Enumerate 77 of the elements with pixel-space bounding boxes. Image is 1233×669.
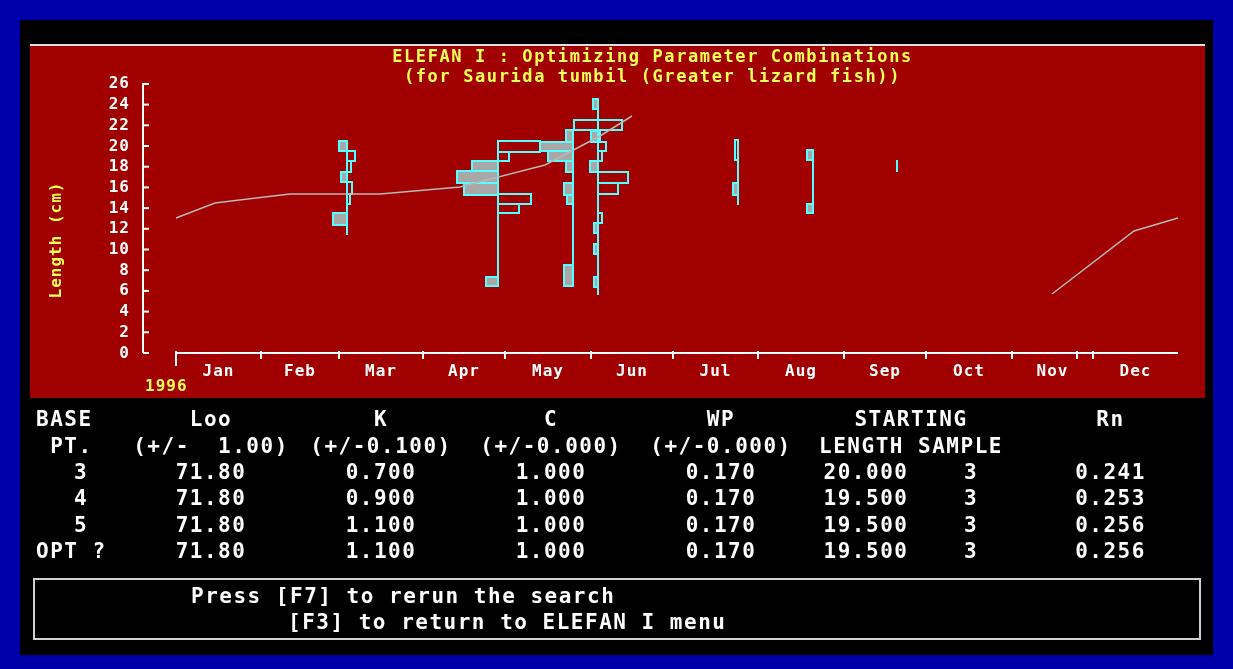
table-cell: 5 <box>73 512 89 537</box>
month-label: Nov <box>1036 360 1069 380</box>
table-cell: 1.000 <box>515 459 587 484</box>
table-cell: 0.700 <box>345 459 417 484</box>
column-header: Rn <box>1096 407 1125 432</box>
column-header: C <box>543 407 559 432</box>
column-header: BASE <box>36 407 93 432</box>
table-cell: 1.100 <box>345 512 417 537</box>
month-label: Oct <box>953 360 985 380</box>
table-cell: OPT ? <box>36 539 107 564</box>
column-subheader: (+/- 1.00) <box>133 433 289 458</box>
y-tick-label: 18 <box>108 156 130 176</box>
column-header: WP <box>706 407 736 432</box>
table-cell: 1.100 <box>345 539 417 564</box>
table-cell: 19.500 <box>823 512 909 537</box>
table-cell: 1.000 <box>515 512 587 537</box>
y-tick-label: 16 <box>108 176 130 196</box>
column-header: K <box>373 407 389 432</box>
y-tick-label: 22 <box>108 114 130 134</box>
y-tick-label: 2 <box>119 321 130 341</box>
month-label: Aug <box>785 360 817 380</box>
chart-title: ELEFAN I : Optimizing Parameter Combinations <box>392 46 913 66</box>
y-tick-label: 26 <box>108 73 130 93</box>
month-label: Jan <box>202 360 235 380</box>
table-cell: 0.170 <box>685 459 757 484</box>
column-header: STARTING <box>854 407 968 432</box>
y-tick-label: 14 <box>108 197 130 217</box>
y-tick-label: 0 <box>119 342 130 362</box>
month-label: Apr <box>448 360 480 380</box>
table-cell: 0.170 <box>685 512 757 537</box>
table-cell: 3 <box>963 512 979 537</box>
column-subheader: (+/-0.000) <box>480 433 622 458</box>
table-cell: 0.253 <box>1075 486 1146 511</box>
y-tick-label: 8 <box>119 259 130 279</box>
month-label: Jun <box>616 360 648 380</box>
y-tick-label: 20 <box>108 135 130 155</box>
instruction-text: Press [F7] to rerun the search <box>191 583 616 610</box>
table-cell: 0.241 <box>1075 459 1146 484</box>
table-cell: 3 <box>963 486 979 511</box>
month-label: May <box>532 360 564 380</box>
table-cell: 71.80 <box>175 512 247 537</box>
month-label: Feb <box>284 360 316 380</box>
y-tick-label: 4 <box>119 301 130 321</box>
month-label: Jul <box>699 360 732 380</box>
year-label: 1996 <box>145 375 188 395</box>
y-tick-label: 10 <box>108 239 130 258</box>
table-cell: 71.80 <box>175 459 247 484</box>
table-cell: 0.900 <box>345 486 417 511</box>
table-cell: 20.000 <box>823 459 909 484</box>
column-subheader: PT. <box>49 433 93 458</box>
table-cell: 1.000 <box>515 539 587 564</box>
table-cell: 3 <box>73 459 89 484</box>
table-cell: 3 <box>963 459 979 484</box>
y-tick-label: 6 <box>119 280 130 300</box>
table-cell: 0.256 <box>1075 512 1146 537</box>
y-tick-label: 12 <box>108 218 130 238</box>
instruction-text: [F3] to return to ELEFAN I menu <box>287 609 727 636</box>
table-cell: 4 <box>73 486 89 511</box>
table-cell: 0.170 <box>685 539 757 564</box>
y-axis-label: Length (cm) <box>45 181 65 299</box>
column-header: Loo <box>189 407 233 432</box>
month-label: Sep <box>869 360 901 380</box>
table-cell: 3 <box>963 539 979 564</box>
column-subheader: (+/-0.100) <box>310 433 452 458</box>
table-cell: 71.80 <box>175 486 247 511</box>
table-cell: 19.500 <box>823 486 909 511</box>
table-cell: 19.500 <box>823 539 909 564</box>
month-label: Mar <box>365 360 397 380</box>
column-subheader: LENGTH SAMPLE <box>819 433 1003 458</box>
column-subheader: (+/-0.000) <box>650 433 792 458</box>
table-cell: 1.000 <box>515 486 587 511</box>
y-tick-label: 24 <box>108 94 130 114</box>
month-label: Dec <box>1119 360 1152 380</box>
chart-subtitle: (for Saurida tumbil (Greater lizard fish)) <box>403 66 902 86</box>
table-cell: 71.80 <box>175 539 247 564</box>
table-cell: 0.170 <box>685 486 757 511</box>
table-cell: 0.256 <box>1075 539 1146 564</box>
